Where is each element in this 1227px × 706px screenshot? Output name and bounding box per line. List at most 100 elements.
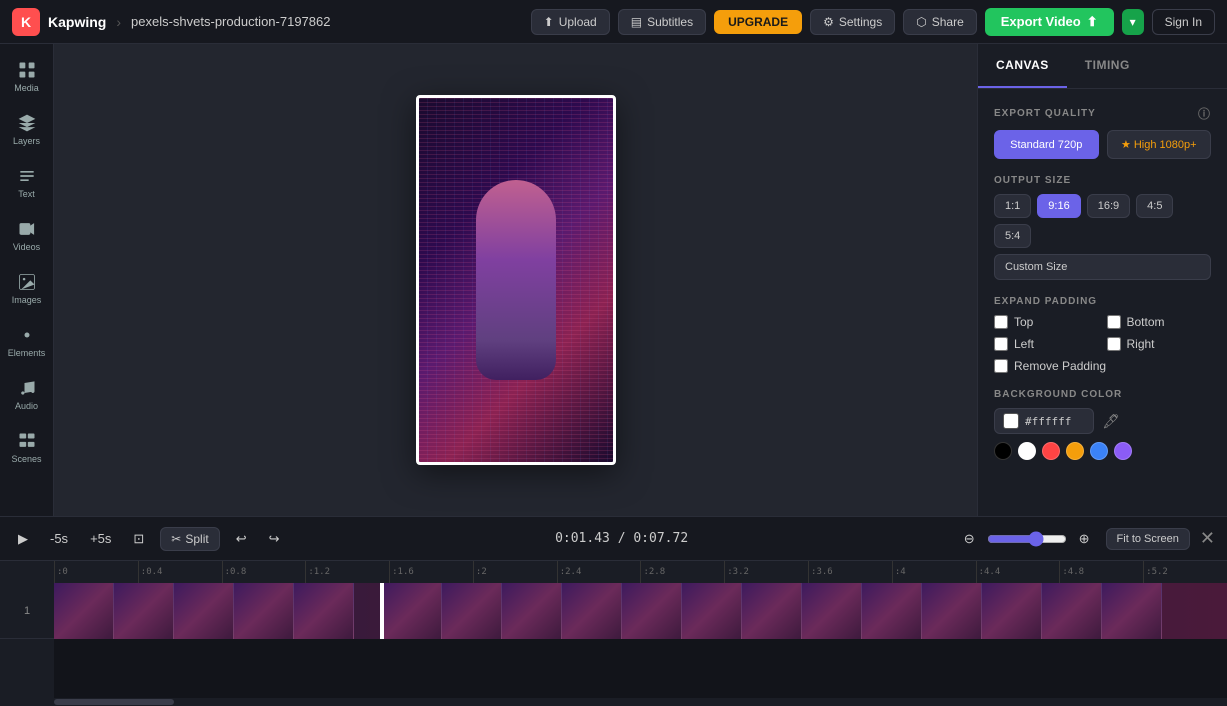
split-button[interactable]: ✂ Split bbox=[160, 527, 219, 551]
ruler-marks: :0 :0.4 :0.8 :1.2 :1.6 :2 :2.4 :2.8 :3.2… bbox=[54, 561, 1227, 583]
share-icon: ⬡ bbox=[916, 15, 926, 29]
preset-red[interactable] bbox=[1042, 442, 1060, 460]
subtitles-icon: ▤ bbox=[631, 15, 642, 29]
info-icon[interactable]: ⓘ bbox=[1198, 105, 1211, 122]
thumb-17 bbox=[1042, 583, 1102, 639]
remove-padding-checkbox[interactable] bbox=[994, 359, 1008, 373]
quality-1080p[interactable]: High 1080p+ bbox=[1107, 130, 1212, 159]
sidebar-item-audio[interactable]: Audio bbox=[3, 370, 51, 419]
ratio-4-5[interactable]: 4:5 bbox=[1136, 194, 1173, 218]
ruler-mark-3: :1.2 bbox=[305, 561, 389, 583]
custom-size-button[interactable]: Custom Size bbox=[994, 254, 1211, 280]
preset-white[interactable] bbox=[1018, 442, 1036, 460]
zoom-slider[interactable] bbox=[987, 531, 1067, 547]
sidebar-item-images[interactable]: Images bbox=[3, 264, 51, 313]
undo-button[interactable]: ↩ bbox=[230, 527, 253, 551]
color-swatch[interactable] bbox=[1003, 413, 1019, 429]
sidebar-item-scenes[interactable]: Scenes bbox=[3, 423, 51, 472]
skip-back-button[interactable]: -5s bbox=[44, 527, 74, 550]
track-content bbox=[54, 583, 1227, 698]
thumb-6 bbox=[382, 583, 442, 639]
padding-options: Top Bottom Left Right bbox=[994, 315, 1211, 373]
settings-button[interactable]: ⚙ Settings bbox=[810, 9, 895, 35]
subtitles-button[interactable]: ▤ Subtitles bbox=[618, 9, 706, 35]
remove-padding[interactable]: Remove Padding bbox=[994, 359, 1211, 373]
preset-yellow[interactable] bbox=[1066, 442, 1084, 460]
track-row-1 bbox=[54, 583, 1227, 639]
background-color-section: BACKGROUND COLOR 🖋 bbox=[994, 389, 1211, 460]
sidebar-item-layers[interactable]: Layers bbox=[3, 105, 51, 154]
padding-right[interactable]: Right bbox=[1107, 337, 1212, 351]
breadcrumb-sep: › bbox=[116, 14, 121, 30]
padding-right-checkbox[interactable] bbox=[1107, 337, 1121, 351]
panel-content: EXPORT QUALITY ⓘ Standard 720p High 1080… bbox=[978, 89, 1227, 476]
export-arrow-icon: ⬆ bbox=[1087, 14, 1098, 30]
preset-colors bbox=[994, 442, 1132, 460]
sidebar-item-text[interactable]: Text bbox=[3, 158, 51, 207]
track-labels: 1 bbox=[0, 583, 54, 698]
thumb-10 bbox=[622, 583, 682, 639]
preset-black[interactable] bbox=[994, 442, 1012, 460]
ratio-9-16[interactable]: 9:16 bbox=[1037, 194, 1080, 218]
track-label-1: 1 bbox=[0, 583, 54, 639]
thumb-8 bbox=[502, 583, 562, 639]
thumb-13 bbox=[802, 583, 862, 639]
timeline-close-button[interactable]: ✕ bbox=[1200, 528, 1215, 549]
upload-button[interactable]: ⬆ Upload bbox=[531, 9, 610, 35]
canvas-area[interactable] bbox=[54, 44, 977, 516]
ratio-5-4[interactable]: 5:4 bbox=[994, 224, 1031, 248]
zoom-out-button[interactable]: ⊖ bbox=[958, 527, 981, 551]
padding-bottom[interactable]: Bottom bbox=[1107, 315, 1212, 329]
background-color-label: BACKGROUND COLOR bbox=[994, 389, 1211, 400]
padding-top[interactable]: Top bbox=[994, 315, 1099, 329]
sidebar-item-elements[interactable]: Elements bbox=[3, 317, 51, 366]
thumb-15 bbox=[922, 583, 982, 639]
padding-top-checkbox[interactable] bbox=[994, 315, 1008, 329]
timeline-time: 0:01.43 / 0:07.72 bbox=[296, 531, 948, 546]
ruler-mark-6: :2.4 bbox=[557, 561, 641, 583]
padding-bottom-checkbox[interactable] bbox=[1107, 315, 1121, 329]
tab-timing[interactable]: TIMING bbox=[1067, 44, 1148, 88]
ruler-mark-4: :1.6 bbox=[389, 561, 473, 583]
sidebar-item-media[interactable]: Media bbox=[3, 52, 51, 101]
settings-icon: ⚙ bbox=[823, 15, 834, 29]
export-button[interactable]: Export Video ⬆ bbox=[985, 8, 1114, 36]
split-marker-button[interactable]: ⊡ bbox=[127, 527, 150, 551]
main-area: Media Layers Text Videos Images Elements… bbox=[0, 44, 1227, 516]
quality-720p[interactable]: Standard 720p bbox=[994, 130, 1099, 159]
padding-left-checkbox[interactable] bbox=[994, 337, 1008, 351]
thumb-9 bbox=[562, 583, 622, 639]
tab-canvas[interactable]: CANVAS bbox=[978, 44, 1067, 88]
ratio-16-9[interactable]: 16:9 bbox=[1087, 194, 1130, 218]
track-segment-rest[interactable] bbox=[382, 583, 1227, 639]
preset-blue[interactable] bbox=[1090, 442, 1108, 460]
ratio-1-1[interactable]: 1:1 bbox=[994, 194, 1031, 218]
scrollbar-thumb[interactable] bbox=[54, 699, 174, 705]
zoom-in-button[interactable]: ⊕ bbox=[1073, 527, 1096, 551]
color-hex-input[interactable] bbox=[1025, 415, 1085, 428]
ruler-mark-9: :3.6 bbox=[808, 561, 892, 583]
thumb-5 bbox=[294, 583, 354, 639]
video-frame bbox=[416, 95, 616, 465]
size-ratio-row: 1:1 9:16 16:9 4:5 5:4 bbox=[994, 194, 1211, 248]
preset-purple[interactable] bbox=[1114, 442, 1132, 460]
upload-icon: ⬆ bbox=[544, 15, 554, 29]
export-caret-button[interactable]: ▾ bbox=[1122, 9, 1144, 35]
redo-button[interactable]: ↪ bbox=[263, 527, 286, 551]
ruler-mark-1: :0.4 bbox=[138, 561, 222, 583]
track-segment-first[interactable] bbox=[54, 583, 382, 639]
kapwing-logo: K bbox=[12, 8, 40, 36]
skip-forward-button[interactable]: +5s bbox=[84, 527, 117, 550]
panel-tabs: CANVAS TIMING bbox=[978, 44, 1227, 89]
playhead[interactable] bbox=[382, 583, 384, 639]
share-button[interactable]: ⬡ Share bbox=[903, 9, 977, 35]
signin-button[interactable]: Sign In bbox=[1152, 9, 1215, 35]
sidebar-item-videos[interactable]: Videos bbox=[3, 211, 51, 260]
upgrade-button[interactable]: UPGRADE bbox=[714, 10, 802, 34]
fit-screen-button[interactable]: Fit to Screen bbox=[1106, 528, 1190, 550]
output-size-section: OUTPUT SIZE 1:1 9:16 16:9 4:5 5:4 Custom… bbox=[994, 175, 1211, 280]
padding-left[interactable]: Left bbox=[994, 337, 1099, 351]
eyedropper-button[interactable]: 🖋 bbox=[1102, 413, 1120, 430]
play-button[interactable]: ▶ bbox=[12, 527, 34, 551]
thumb-16 bbox=[982, 583, 1042, 639]
